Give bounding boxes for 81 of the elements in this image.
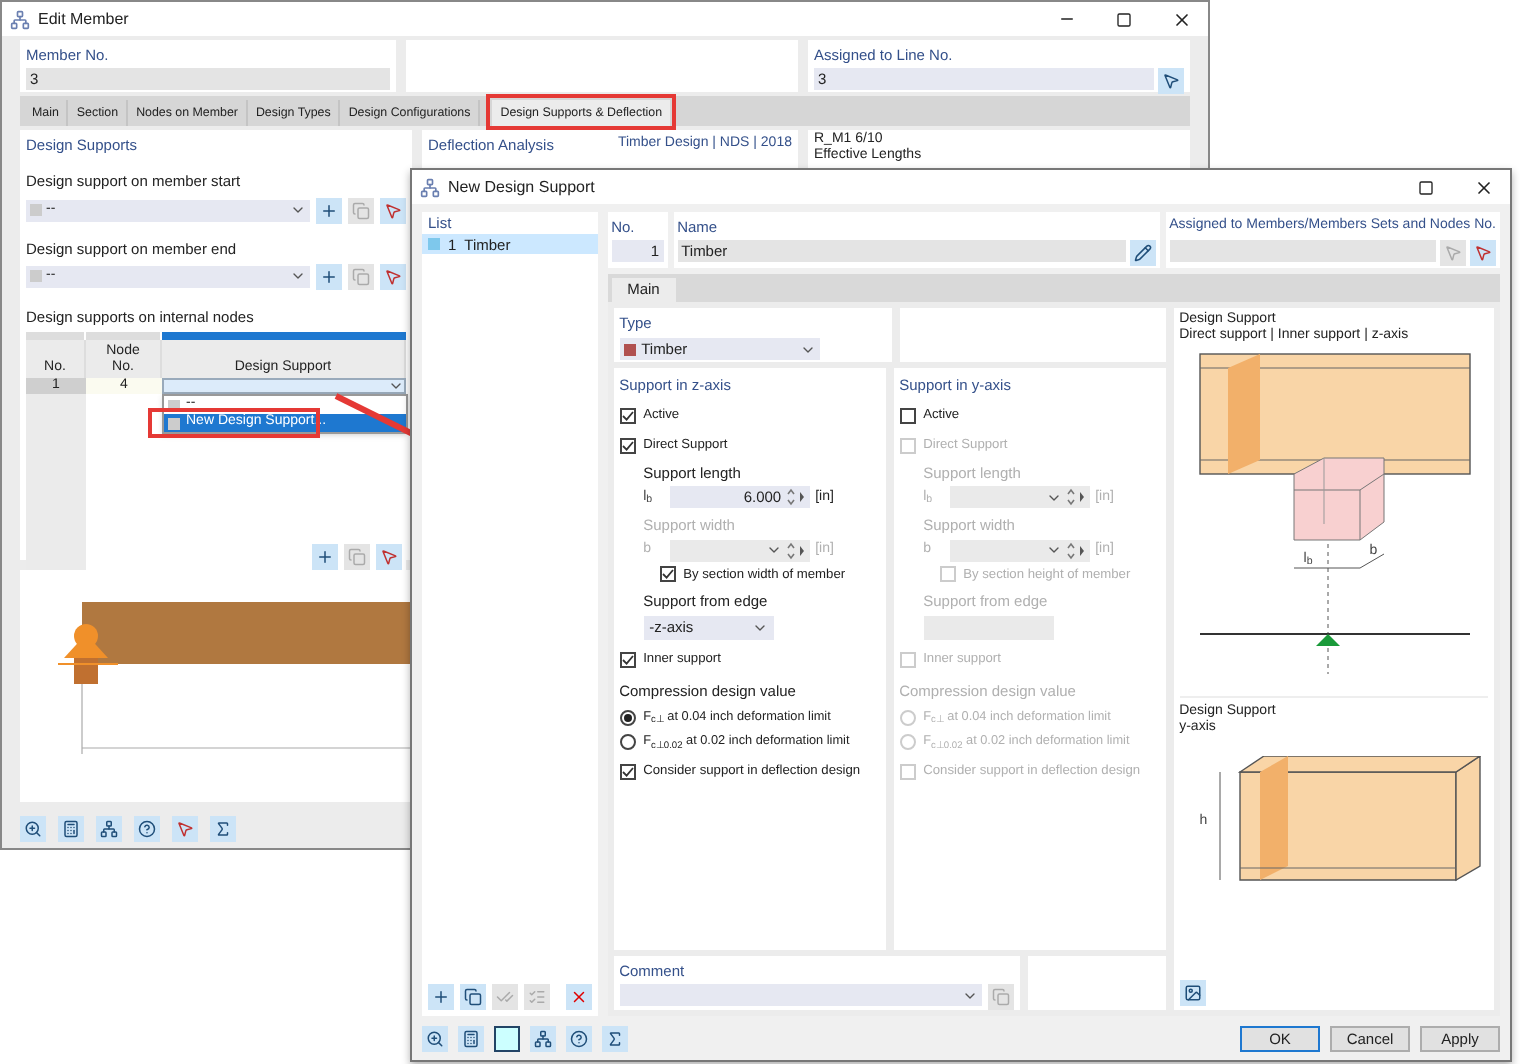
new-button[interactable] [316,263,342,290]
new-icon [316,548,334,566]
pick-button[interactable] [380,197,406,223]
checkbox[interactable] [619,408,636,425]
pick-icon [384,267,402,286]
formula-button[interactable] [602,1025,628,1051]
new-icon [320,267,338,286]
pick-icon [176,820,194,838]
calculator-icon [462,1029,480,1047]
app-icon [420,177,440,197]
radio-button[interactable] [619,709,636,726]
new-icon [432,988,450,1006]
spinner-icon [1065,488,1086,507]
pick-button[interactable] [380,263,406,290]
spinner-icon [785,541,806,560]
formula-icon [606,1029,624,1047]
pick-button[interactable] [1470,239,1496,265]
formula-button[interactable] [210,816,236,842]
checklist-button[interactable] [524,984,550,1010]
new-button[interactable] [312,544,338,570]
checkbox[interactable] [659,566,676,583]
assigned-field[interactable] [1169,239,1436,261]
copy-button[interactable] [460,984,486,1010]
checkbox[interactable] [619,438,636,455]
chevron-icon [290,202,306,218]
pick-button[interactable] [172,816,198,842]
search-icon [426,1029,444,1047]
help-icon [570,1029,588,1047]
calculator-button[interactable] [58,816,84,842]
tree-button[interactable] [96,816,122,842]
chevron-icon [388,378,404,394]
new-button[interactable] [316,197,342,223]
maximize-icon[interactable] [1418,179,1434,195]
help-button[interactable] [134,816,160,842]
tree-icon [534,1029,552,1047]
copy-icon [352,267,370,286]
new-icon [320,201,338,219]
delete-button[interactable] [565,984,592,1010]
checklist-icon [528,988,546,1006]
copy-icon [991,988,1010,1007]
tree-button[interactable] [530,1025,556,1051]
window-title: Edit Member [38,7,129,31]
close-icon[interactable] [1172,9,1192,29]
formula-icon [214,820,232,838]
app-icon [10,9,30,29]
cell-dropdown[interactable] [162,378,406,394]
delete-icon [569,988,588,1006]
new-button[interactable] [428,984,454,1010]
close-icon[interactable] [1474,177,1494,197]
help-icon [138,820,156,838]
search-button[interactable] [20,816,46,842]
search-button[interactable] [422,1025,448,1051]
check-button[interactable] [492,984,518,1010]
copy-icon [348,548,366,566]
color-swatch-button[interactable] [494,1025,520,1051]
comment-field[interactable] [619,984,982,1007]
calculator-button[interactable] [458,1025,484,1051]
copy-icon [352,201,370,219]
pick-icon [1162,72,1180,91]
image-button[interactable] [1179,980,1206,1006]
checkbox[interactable] [899,408,916,425]
checkbox[interactable] [619,651,636,668]
help-button[interactable] [566,1025,592,1051]
spinner-icon [785,488,806,507]
window-title: New Design Support [448,175,595,199]
spinner-icon [1065,541,1086,560]
pick-icon [384,201,402,219]
image-icon [1183,984,1202,1002]
search-icon [24,820,42,838]
pick-icon [380,548,398,566]
edit-button[interactable] [1129,240,1156,267]
maximize-icon[interactable] [1116,11,1132,27]
check-icon [496,988,514,1006]
checkbox[interactable] [619,763,636,780]
pick-button[interactable] [1158,68,1184,95]
radio-button[interactable] [619,734,636,751]
edit-icon [1133,244,1152,263]
calculator-icon [62,820,80,838]
copy-icon [464,988,482,1006]
pick-button[interactable] [376,544,402,570]
tree-icon [100,820,118,838]
